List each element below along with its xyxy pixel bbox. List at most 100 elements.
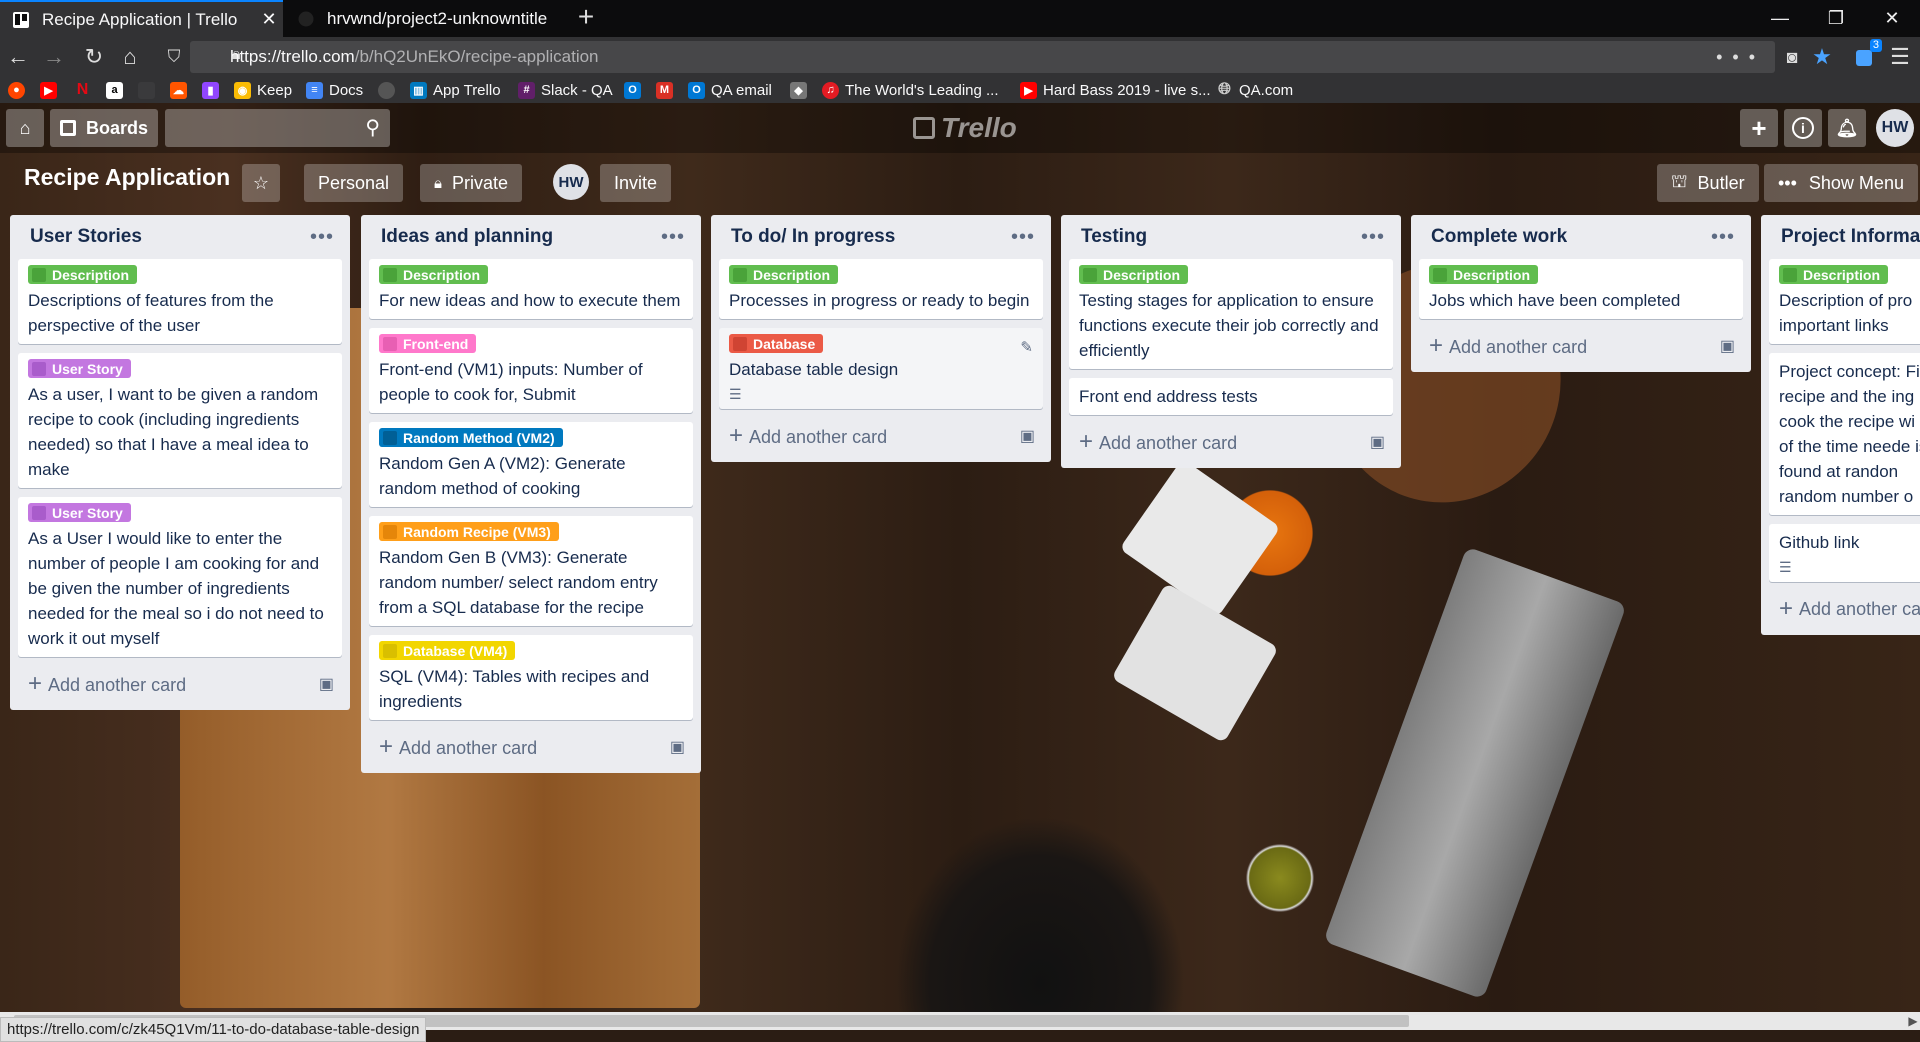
home-icon[interactable]: ⌂ [114,41,146,73]
show-menu-button[interactable]: ••• Show Menu [1764,164,1918,202]
add-card-button[interactable]: + Add another card ▣ [18,666,342,702]
add-card-button[interactable]: + Add another ca [1769,591,1920,627]
notifications-button[interactable]: 🔔︎ [1828,109,1866,147]
add-card-button[interactable]: + Add another card ▣ [1419,328,1743,364]
tracking-shield-icon[interactable]: ⛉ [158,41,190,73]
card[interactable]: Description Testing stages for applicati… [1069,259,1393,369]
back-icon[interactable]: ← [2,41,34,73]
bookmark-blank[interactable] [138,77,161,103]
trello-logo-icon [913,117,935,139]
bookmark-github[interactable] [378,77,401,103]
team-button[interactable]: Personal [304,164,404,202]
maximize-icon[interactable]: ❐ [1808,0,1864,37]
card-hovered[interactable]: Database ✎ Database table design ☰ [719,328,1043,409]
card[interactable]: Front-end Front-end (VM1) inputs: Number… [369,328,693,413]
bookmark-gmail[interactable]: M [656,77,679,103]
board-title[interactable]: Recipe Application [24,164,230,191]
card-template-icon[interactable]: ▣ [1720,336,1735,356]
board-member-avatar[interactable]: HW [553,164,589,200]
bookmark-star-icon[interactable]: ★ [1806,41,1838,73]
card-template-icon[interactable]: ▣ [670,737,685,757]
card[interactable]: Random Method (VM2) Random Gen A (VM2): … [369,422,693,507]
hamburger-menu-icon[interactable]: ☰ [1884,41,1916,73]
trello-logo[interactable]: Trello [913,112,1017,144]
reload-icon[interactable]: ↻ [78,41,110,73]
bookmark-amazon[interactable]: a [106,77,129,103]
list-menu-icon[interactable]: ••• [310,226,334,249]
list-menu-icon[interactable]: ••• [1361,226,1385,249]
card[interactable]: Github link ☰ [1769,524,1920,582]
list-title[interactable]: User Stories [30,226,142,248]
list-title[interactable]: To do/ In progress [731,226,895,248]
pocket-icon[interactable]: ◙ [1776,41,1808,73]
list-title[interactable]: Testing [1081,226,1147,248]
info-button[interactable]: i [1784,109,1822,147]
boards-button[interactable]: Boards [50,109,158,147]
card-title: Random Gen A (VM2): Generate random meth… [379,454,626,498]
netflix-icon: N [76,81,89,98]
bookmark-extension[interactable]: ◆ [790,77,813,103]
bookmark-app-trello[interactable]: ▥ App Trello [410,77,501,103]
visibility-button[interactable]: 🔒︎ Private [420,164,523,202]
add-card-button[interactable]: + Add another card ▣ [719,418,1043,454]
new-tab-icon[interactable]: + [568,0,604,37]
bookmark-slack-qa[interactable]: # Slack - QA [518,77,613,103]
card-label: Database [729,334,824,353]
home-button[interactable]: ⌂ [6,109,44,147]
card[interactable]: Description Processes in progress or rea… [719,259,1043,319]
member-avatar[interactable]: HW [1876,109,1914,147]
list-menu-icon[interactable]: ••• [661,226,685,249]
browser-tab-github[interactable]: hrvwnd/project2-unknowntitle [285,0,568,37]
list-title[interactable]: Ideas and planning [381,226,553,248]
bookmark-worlds-leading[interactable]: ♫ The World's Leading ... [822,77,999,103]
search-input[interactable]: ⚲ [165,109,390,147]
bookmark-soundcloud[interactable]: ☁ [170,77,193,103]
card-title: Testing stages for application to ensure… [1079,291,1379,360]
bookmark-docs[interactable]: ≡ Docs [306,77,363,103]
label-color-icon [383,430,397,445]
page-actions-icon[interactable]: ••• [1716,41,1765,73]
card[interactable]: User Story As a user, I want to be given… [18,353,342,488]
invite-button[interactable]: Invite [600,164,672,202]
bookmark-reddit[interactable]: ● [8,77,31,103]
bookmark-hard-bass[interactable]: ▶ Hard Bass 2019 - live s... [1020,77,1211,103]
card-template-icon[interactable]: ▣ [1370,432,1385,452]
edit-card-icon[interactable]: ✎ [1020,338,1033,356]
browser-tab-trello[interactable]: Recipe Application | Trello ✕ [0,0,283,37]
close-tab-icon[interactable]: ✕ [255,9,283,30]
scroll-right-icon[interactable]: ▶ [1906,1012,1920,1030]
list-menu-icon[interactable]: ••• [1711,226,1735,249]
bookmark-netflix[interactable]: N [74,77,97,103]
address-bar[interactable]: 🔒︎ https://trello.com/b/hQ2UnEkO/recipe-… [190,41,1775,73]
card[interactable]: Random Recipe (VM3) Random Gen B (VM3): … [369,516,693,626]
close-window-icon[interactable]: ✕ [1864,0,1920,37]
list-title[interactable]: Complete work [1431,226,1567,248]
bookmark-keep[interactable]: ◉ Keep [234,77,292,103]
search-icon[interactable]: ⚲ [365,115,380,140]
add-card-button[interactable]: + Add another card ▣ [369,729,693,765]
bookmark-outlook[interactable]: O [624,77,647,103]
card[interactable]: Description Descriptions of features fro… [18,259,342,344]
card[interactable]: Description For new ideas and how to exe… [369,259,693,319]
butler-button[interactable]: ⛫ Butler [1657,164,1759,202]
star-board-button[interactable]: ☆ [242,164,280,202]
list-title[interactable]: Project Informatic [1781,226,1920,248]
extension-icon[interactable]: 3 [1848,39,1882,73]
card[interactable]: Description Jobs which have been complet… [1419,259,1743,319]
bookmark-twitch[interactable]: ▮ [202,77,225,103]
forward-icon[interactable]: → [38,41,70,73]
card-template-icon[interactable]: ▣ [319,674,334,694]
bookmark-qa-com[interactable]: 🌐︎ QA.com [1216,77,1293,103]
bookmark-youtube[interactable]: ▶ [40,77,63,103]
card[interactable]: Project concept: Fi recipe and the ing c… [1769,353,1920,515]
create-button[interactable]: + [1740,109,1778,147]
card[interactable]: User Story As a User I would like to ent… [18,497,342,657]
add-card-button[interactable]: + Add another card ▣ [1069,424,1393,460]
list-menu-icon[interactable]: ••• [1011,226,1035,249]
card[interactable]: Description Description of pro important… [1769,259,1920,344]
minimize-icon[interactable]: — [1752,0,1808,37]
bookmark-qa-email[interactable]: O QA email [688,77,772,103]
card-template-icon[interactable]: ▣ [1020,426,1035,446]
card[interactable]: Database (VM4) SQL (VM4): Tables with re… [369,635,693,720]
card[interactable]: Front end address tests [1069,378,1393,415]
